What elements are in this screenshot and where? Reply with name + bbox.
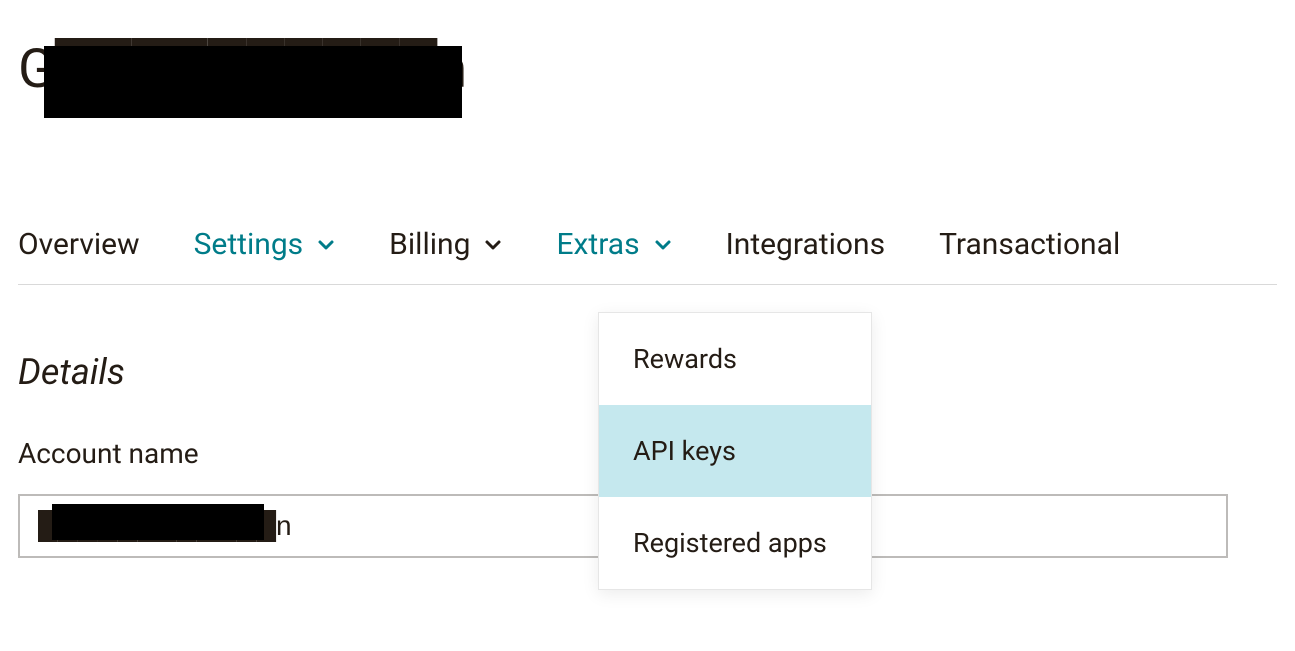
redaction-block	[52, 504, 264, 540]
chevron-down-icon	[484, 236, 502, 254]
tab-billing-label: Billing	[389, 227, 470, 262]
tab-overview[interactable]: Overview	[18, 227, 140, 262]
dropdown-item-registered-apps[interactable]: Registered apps	[599, 497, 871, 589]
dropdown-item-api-keys[interactable]: API keys	[599, 405, 871, 497]
tab-nav: Overview Settings Billing Extras Integra…	[18, 227, 1277, 285]
tab-settings-label: Settings	[194, 227, 304, 262]
tab-transactional[interactable]: Transactional	[939, 227, 1120, 262]
tab-extras[interactable]: Extras	[556, 227, 671, 262]
tab-integrations[interactable]: Integrations	[726, 227, 885, 262]
chevron-down-icon	[317, 236, 335, 254]
tab-billing[interactable]: Billing	[389, 227, 502, 262]
extras-dropdown: Rewards API keys Registered apps	[598, 312, 872, 590]
tab-settings[interactable]: Settings	[194, 227, 336, 262]
tab-extras-label: Extras	[556, 227, 639, 262]
redaction-block	[44, 46, 462, 118]
chevron-down-icon	[654, 236, 672, 254]
dropdown-item-rewards[interactable]: Rewards	[599, 313, 871, 405]
